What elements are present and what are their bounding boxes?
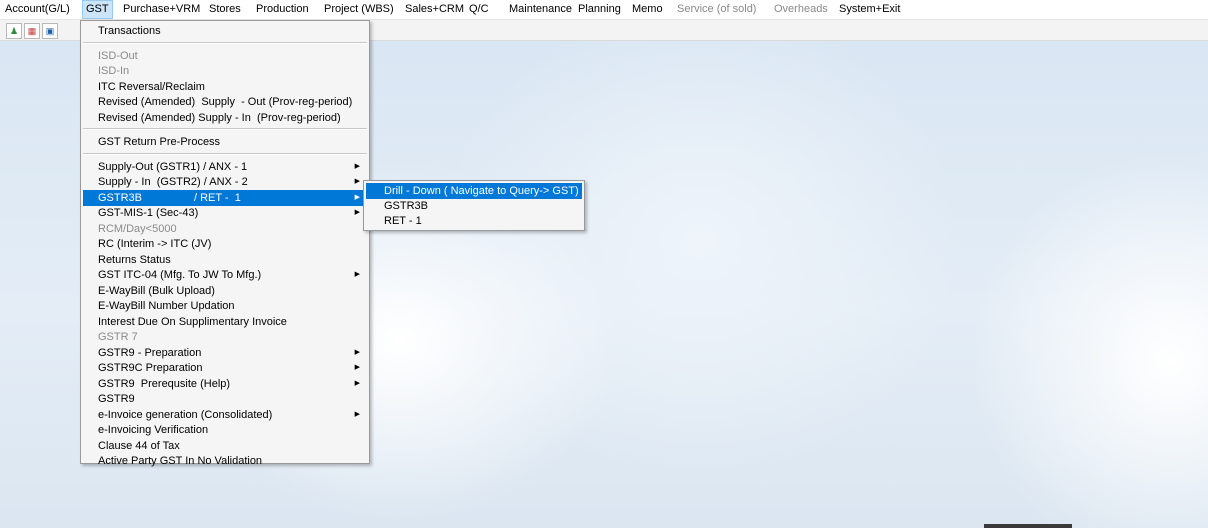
gst-menu-item[interactable]: Interest Due On Supplimentary Invoice: [83, 314, 367, 330]
gst-menu-item[interactable]: E-WayBill Number Updation: [83, 298, 367, 314]
gst-menu-item[interactable]: ISD-Out: [83, 48, 367, 64]
menu-memo[interactable]: Memo: [629, 0, 666, 19]
gst-menu-item[interactable]: E-WayBill (Bulk Upload): [83, 283, 367, 299]
gst-menu-item[interactable]: ITC Reversal/Reclaim: [83, 79, 367, 95]
submenu-arrow-icon: ▶: [354, 209, 360, 216]
gst-menu-item-label: Transactions: [98, 25, 161, 37]
gst-menu-item[interactable]: GSTR9 Prerequsite (Help) ▶: [83, 376, 367, 392]
submenu-item[interactable]: Drill - Down ( Navigate to Query-> GST): [366, 183, 582, 199]
submenu-item[interactable]: RET - 1: [366, 213, 582, 229]
gst-dropdown-menu: Transactions ISD-Out ISD-In ITC Reversal/Re…: [80, 20, 370, 467]
book-icon[interactable]: ▣: [42, 23, 58, 39]
gst-menu-item[interactable]: Supply-Out (GSTR1) / ANX - 1 ▶: [83, 159, 367, 175]
menu-separator: [83, 128, 367, 130]
gst-menu-item-label: GST Return Pre-Process: [98, 136, 221, 148]
menu-project[interactable]: Project (WBS): [321, 0, 397, 19]
gst-menu-item-label: Supply - In (GSTR2) / ANX - 2: [98, 176, 248, 188]
menu-account[interactable]: Account(G/L): [2, 0, 73, 19]
gst-menu-item[interactable]: e-Invoicing Verification: [83, 422, 367, 438]
menu-gst[interactable]: GST: [82, 0, 113, 19]
gst-menu-item-label: GSTR 7: [98, 331, 138, 343]
submenu-item-label: RET - 1: [384, 215, 422, 227]
gst-menu-item[interactable]: GSTR9C Preparation ▶: [83, 360, 367, 376]
gst-menu-item-label: Supply-Out (GSTR1) / ANX - 1: [98, 160, 248, 173]
gst-menu-item[interactable]: RC (Interim -> ITC (JV): [83, 236, 367, 252]
gst-menu-item[interactable]: Revised (Amended) Supply - Out (Prov-reg…: [83, 94, 367, 110]
gst-menu-item-label: E-WayBill Number Updation: [98, 300, 235, 312]
gst-menu-item[interactable]: Clause 44 of Tax: [83, 438, 367, 454]
submenu-arrow-icon: ▶: [354, 379, 360, 387]
gst-menu-item-label: Revised (Amended) Supply - Out (Prov-reg…: [98, 96, 353, 108]
submenu-arrow-icon: ▶: [354, 364, 360, 371]
gst-menu-item[interactable]: GST Return Pre-Process: [83, 134, 367, 150]
menu-qc[interactable]: Q/C: [466, 0, 492, 19]
status-bar-segment: [984, 524, 1072, 528]
submenu-item-label: GSTR3B: [384, 200, 429, 212]
menu-system-exit[interactable]: System+Exit: [836, 0, 903, 19]
menu-production[interactable]: Production: [253, 0, 312, 19]
menu-overheads[interactable]: Overheads: [771, 0, 831, 19]
gst-menu-item[interactable]: RCM/Day<5000: [83, 221, 367, 237]
gst-menu-item-label: GST ITC-04 (Mfg. To JW To Mfg.): [98, 269, 262, 281]
gst-menu-item-label: GSTR3B / RET - 1: [98, 191, 241, 204]
gst-menu-item[interactable]: Revised (Amended) Supply - In (Prov-reg-…: [83, 110, 367, 126]
menu-planning[interactable]: Planning: [575, 0, 624, 19]
gst-menu-item-label: e-Invoicing Verification: [98, 424, 209, 436]
gst-menu-item-label: ISD-Out: [98, 49, 138, 62]
gst-menu-item-label: E-WayBill (Bulk Upload): [98, 284, 215, 297]
gst-menu-item-label: Clause 44 of Tax: [98, 439, 180, 452]
gst-menu-item[interactable]: Transactions: [83, 23, 367, 39]
submenu-item-label: Drill - Down ( Navigate to Query-> GST): [384, 185, 579, 197]
submenu-item[interactable]: GSTR3B: [366, 198, 582, 214]
gst-menu-item[interactable]: e-Invoice generation (Consolidated) ▶: [83, 407, 367, 423]
menu-maintenance[interactable]: Maintenance: [506, 0, 575, 19]
gst-menu-item[interactable]: GSTR9: [83, 391, 367, 407]
menu-stores[interactable]: Stores: [206, 0, 244, 19]
menu-separator: [83, 41, 367, 44]
gst-menu-item-label: Revised (Amended) Supply - In (Prov-reg-…: [98, 111, 341, 124]
gst-menu-item-label: Interest Due On Supplimentary Invoice: [98, 315, 287, 328]
submenu-arrow-icon: ▶: [354, 178, 360, 185]
gst-menu-item-label: GST-MIS-1 (Sec-43): [98, 207, 199, 219]
gst-menu-item-label: GSTR9C Preparation: [98, 362, 203, 374]
gst-menu-item-label: RCM/Day<5000: [98, 222, 177, 235]
submenu-arrow-icon: ▶: [354, 271, 360, 278]
gst-menu-item[interactable]: Returns Status: [83, 252, 367, 268]
submenu-arrow-icon: ▶: [354, 348, 360, 356]
gst-menu-item-label: GSTR9: [98, 393, 135, 405]
gst-menu-item[interactable]: GSTR9 - Preparation ▶: [83, 345, 367, 361]
gst-menu-item[interactable]: GSTR 7: [83, 329, 367, 345]
menu-service[interactable]: Service (of sold): [674, 0, 759, 19]
submenu-arrow-icon: ▶: [354, 193, 360, 201]
menu-separator: [83, 152, 367, 155]
gstr3b-submenu: Drill - Down ( Navigate to Query-> GST) G…: [363, 180, 585, 231]
people-icon[interactable]: ♟: [6, 23, 22, 39]
gst-menu-item-label: RC (Interim -> ITC (JV): [98, 238, 212, 250]
gst-menu-item[interactable]: GSTR3B / RET - 1 ▶: [83, 189, 367, 206]
gst-menu-item[interactable]: Supply - In (GSTR2) / ANX - 2 ▶: [83, 174, 367, 190]
chart-icon[interactable]: ▦: [24, 23, 40, 39]
gst-menu-item-label: GSTR9 - Preparation: [98, 346, 202, 359]
gst-menu-item-label: ISD-In: [98, 65, 130, 77]
gst-menu-item-label: e-Invoice generation (Consolidated): [98, 408, 273, 421]
gst-menu-item-label: Active Party GST In No Validation: [98, 455, 263, 467]
gst-menu-item[interactable]: ISD-In: [83, 63, 367, 79]
gst-menu-item[interactable]: Active Party GST In No Validation: [83, 453, 367, 469]
gst-menu-item[interactable]: GST ITC-04 (Mfg. To JW To Mfg.) ▶: [83, 267, 367, 283]
gst-menu-item-label: GSTR9 Prerequsite (Help): [98, 377, 231, 390]
gst-menu-item-label: ITC Reversal/Reclaim: [98, 80, 205, 93]
submenu-arrow-icon: ▶: [354, 410, 360, 418]
menu-purchase[interactable]: Purchase+VRM: [120, 0, 203, 19]
menu-bar: Account(G/L) GST Purchase+VRM Stores Pro…: [0, 0, 1208, 20]
gst-menu-item-label: Returns Status: [98, 253, 171, 266]
menu-sales[interactable]: Sales+CRM: [402, 0, 467, 19]
gst-menu-item[interactable]: GST-MIS-1 (Sec-43) ▶: [83, 205, 367, 221]
submenu-arrow-icon: ▶: [354, 162, 360, 170]
